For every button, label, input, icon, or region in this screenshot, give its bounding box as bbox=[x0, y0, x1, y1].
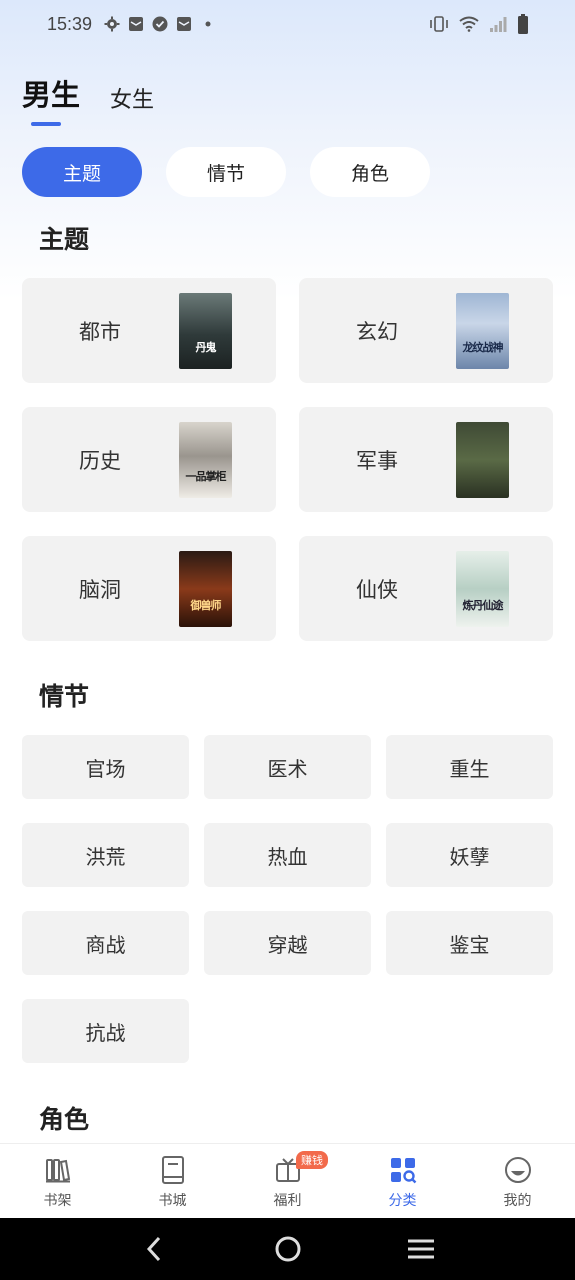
section-title-theme: 主题 bbox=[39, 225, 90, 254]
check-circle-icon bbox=[152, 16, 168, 32]
bottom-tab-bar: 书架 书城 赚钱 福利 分类 我的 bbox=[0, 1143, 575, 1218]
profile-icon bbox=[503, 1154, 533, 1186]
home-button[interactable] bbox=[268, 1229, 308, 1269]
book-cover-image: 炼丹仙途 bbox=[456, 551, 509, 627]
status-bar: 15:39 bbox=[0, 0, 575, 48]
theme-card-junshi[interactable]: 军事 bbox=[299, 407, 553, 512]
theme-card-naodong[interactable]: 脑洞 御兽师 bbox=[22, 536, 276, 641]
status-time: 15:39 bbox=[47, 13, 93, 34]
segment-role[interactable]: 角色 bbox=[310, 147, 430, 197]
tab-label: 书城 bbox=[158, 1193, 187, 1209]
vibrate-icon bbox=[430, 16, 448, 32]
system-navigation-bar bbox=[0, 1218, 575, 1280]
book-store-icon bbox=[158, 1154, 188, 1186]
home-circle-icon bbox=[275, 1236, 300, 1262]
section-title-plot: 情节 bbox=[39, 682, 90, 711]
category-segments: 主题 情节 角色 bbox=[22, 147, 430, 197]
plot-chip[interactable]: 官场 bbox=[22, 735, 189, 799]
section-title-role: 角色 bbox=[39, 1105, 90, 1134]
theme-card-xianxia[interactable]: 仙侠 炼丹仙途 bbox=[299, 536, 553, 641]
theme-label: 军事 bbox=[356, 448, 398, 473]
book-cover-image: 一品掌柜 bbox=[179, 422, 232, 498]
tab-label: 福利 bbox=[273, 1193, 302, 1209]
mail-icon bbox=[177, 17, 192, 31]
signal-icon bbox=[490, 17, 507, 32]
plot-chip[interactable]: 抗战 bbox=[22, 999, 189, 1063]
theme-label: 玄幻 bbox=[356, 319, 398, 344]
plot-chip[interactable]: 医术 bbox=[204, 735, 371, 799]
battery-icon bbox=[518, 14, 528, 34]
plot-chip[interactable]: 穿越 bbox=[204, 911, 371, 975]
theme-card-xuanhuan[interactable]: 玄幻 龙纹战神 bbox=[299, 278, 553, 383]
gender-tabs: 男生 女生 bbox=[22, 72, 154, 126]
book-cover-image: 丹鬼 bbox=[179, 293, 232, 369]
tab-category[interactable]: 分类 bbox=[345, 1144, 460, 1218]
gear-icon bbox=[104, 16, 120, 32]
theme-label: 脑洞 bbox=[79, 577, 121, 602]
book-cover-image bbox=[456, 422, 509, 498]
tab-label: 我的 bbox=[503, 1193, 532, 1209]
system-status-icons bbox=[429, 14, 529, 34]
dot-icon bbox=[205, 21, 211, 27]
menu-lines-icon bbox=[407, 1239, 434, 1259]
mail-icon bbox=[129, 17, 144, 31]
tab-bookshelf[interactable]: 书架 bbox=[0, 1144, 115, 1218]
recents-button[interactable] bbox=[401, 1229, 441, 1269]
tab-male[interactable]: 男生 bbox=[22, 72, 80, 126]
plot-chip[interactable]: 洪荒 bbox=[22, 823, 189, 887]
tab-label: 分类 bbox=[388, 1193, 417, 1209]
tab-bookstore[interactable]: 书城 bbox=[115, 1144, 230, 1218]
theme-label: 历史 bbox=[79, 448, 121, 473]
theme-label: 仙侠 bbox=[356, 577, 398, 602]
wifi-icon bbox=[459, 16, 479, 32]
earn-money-badge: 赚钱 bbox=[296, 1151, 328, 1169]
tab-label: 书架 bbox=[43, 1193, 72, 1209]
theme-card-dushi[interactable]: 都市 丹鬼 bbox=[22, 278, 276, 383]
tab-profile[interactable]: 我的 bbox=[460, 1144, 575, 1218]
plot-grid: 官场 医术 重生 洪荒 热血 妖孽 商战 穿越 鉴宝 抗战 bbox=[22, 735, 553, 1063]
cover-title: 御兽师 bbox=[190, 599, 222, 612]
book-cover-image: 龙纹战神 bbox=[456, 293, 509, 369]
segment-theme[interactable]: 主题 bbox=[22, 147, 142, 197]
notification-icons bbox=[104, 16, 216, 32]
book-cover-image: 御兽师 bbox=[179, 551, 232, 627]
theme-grid: 都市 丹鬼 玄幻 龙纹战神 历史 一品掌柜 军事 脑洞 御兽师 仙侠 炼丹仙途 bbox=[22, 278, 553, 641]
category-icon bbox=[388, 1154, 418, 1186]
segment-plot[interactable]: 情节 bbox=[166, 147, 286, 197]
cover-title: 一品掌柜 bbox=[185, 470, 227, 483]
theme-card-lishi[interactable]: 历史 一品掌柜 bbox=[22, 407, 276, 512]
plot-chip[interactable]: 热血 bbox=[204, 823, 371, 887]
plot-chip[interactable]: 商战 bbox=[22, 911, 189, 975]
cover-title: 龙纹战神 bbox=[462, 341, 504, 354]
tab-welfare[interactable]: 赚钱 福利 bbox=[230, 1144, 345, 1218]
back-arrow-icon bbox=[146, 1236, 160, 1262]
cover-title: 炼丹仙途 bbox=[462, 599, 504, 612]
plot-chip[interactable]: 重生 bbox=[386, 735, 553, 799]
tab-female[interactable]: 女生 bbox=[110, 82, 154, 114]
back-button[interactable] bbox=[135, 1229, 175, 1269]
bookshelf-icon bbox=[43, 1154, 73, 1186]
plot-chip[interactable]: 妖孽 bbox=[386, 823, 553, 887]
plot-chip[interactable]: 鉴宝 bbox=[386, 911, 553, 975]
theme-label: 都市 bbox=[79, 319, 121, 344]
cover-title: 丹鬼 bbox=[195, 341, 217, 354]
